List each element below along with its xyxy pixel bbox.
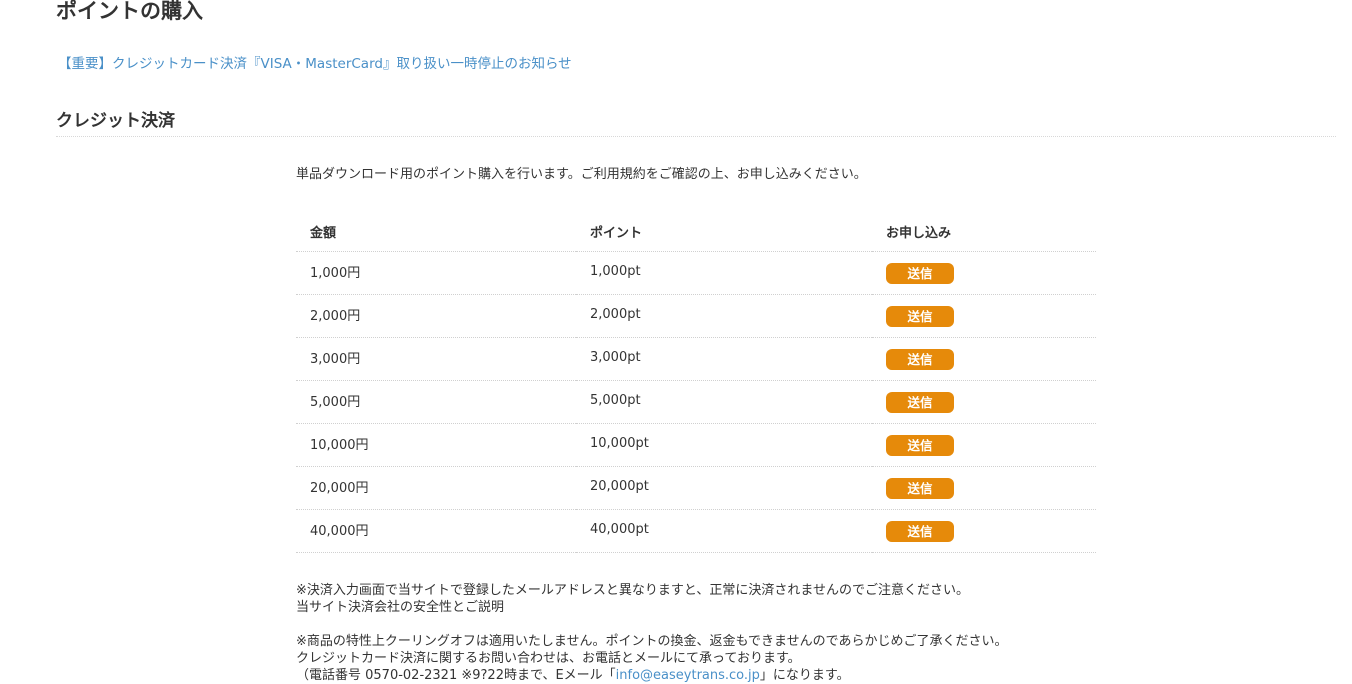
points-value: 1,000pt — [590, 263, 641, 279]
points-value: 3,000pt — [590, 349, 641, 365]
points-value: 20,000pt — [590, 478, 649, 494]
notes: ※決済入力画面で当サイトで登録したメールアドレスと異なりますと、正常に決済されま… — [296, 582, 1007, 684]
table-header-row: 金額 ポイント お申し込み — [296, 212, 1096, 252]
send-button[interactable]: 送信 — [886, 520, 954, 542]
apply-cell: 送信 — [872, 509, 1096, 553]
security-explanation-text: 当サイト決済会社の安全性とご説明 — [296, 600, 505, 615]
apply-cell: 送信 — [872, 423, 1096, 467]
points-cell: 40,000pt — [576, 509, 872, 553]
table-row: 10,000円 10,000pt 送信 — [296, 423, 1096, 467]
table-row: 2,000円 2,000pt 送信 — [296, 294, 1096, 338]
table-row: 20,000円 20,000pt 送信 — [296, 466, 1096, 510]
amount-value: 2,000円 — [310, 308, 361, 324]
table-row: 40,000円 40,000pt 送信 — [296, 509, 1096, 553]
contact-details: （電話番号 0570-02-2321 ※9?22時まで、Eメール「info@ea… — [296, 667, 1007, 684]
amount-value: 20,000円 — [310, 480, 369, 496]
email-warning-text: ※決済入力画面で当サイトで登録したメールアドレスと異なりますと、正常に決済されま… — [296, 583, 969, 598]
notes-spacer — [296, 616, 1007, 633]
amount-cell: 40,000円 — [296, 509, 576, 553]
send-button[interactable]: 送信 — [886, 477, 954, 499]
points-value: 2,000pt — [590, 306, 641, 322]
send-button[interactable]: 送信 — [886, 305, 954, 327]
apply-cell: 送信 — [872, 380, 1096, 424]
points-cell: 2,000pt — [576, 294, 872, 338]
points-value: 10,000pt — [590, 435, 649, 451]
apply-cell: 送信 — [872, 251, 1096, 295]
send-button[interactable]: 送信 — [886, 434, 954, 456]
apply-cell: 送信 — [872, 337, 1096, 381]
contact-intro-text: クレジットカード決済に関するお問い合わせは、お電話とメールにて承っております。 — [296, 651, 801, 666]
points-cell: 3,000pt — [576, 337, 872, 381]
amount-value: 40,000円 — [310, 523, 369, 539]
table-row: 3,000円 3,000pt 送信 — [296, 337, 1096, 381]
amount-cell: 5,000円 — [296, 380, 576, 424]
apply-cell: 送信 — [872, 466, 1096, 510]
points-cell: 10,000pt — [576, 423, 872, 467]
send-button[interactable]: 送信 — [886, 391, 954, 413]
amount-value: 10,000円 — [310, 437, 369, 453]
amount-value: 1,000円 — [310, 265, 361, 281]
amount-value: 5,000円 — [310, 394, 361, 410]
contact-email-link[interactable]: info@easeytrans.co.jp — [616, 668, 760, 683]
important-notice-link[interactable]: 【重要】クレジットカード決済『VISA・MasterCard』取り扱い一時停止の… — [58, 54, 572, 74]
credit-section-heading: クレジット決済 — [56, 108, 1336, 137]
no-cooling-off-text: ※商品の特性上クーリングオフは適用いたしません。ポイントの換金、返金もできません… — [296, 634, 1008, 649]
amount-cell: 20,000円 — [296, 466, 576, 510]
intro-text: 単品ダウンロード用のポイント購入を行います。ご利用規約をご確認の上、お申し込みく… — [296, 167, 867, 182]
send-button[interactable]: 送信 — [886, 262, 954, 284]
amount-cell: 10,000円 — [296, 423, 576, 467]
amount-cell: 3,000円 — [296, 337, 576, 381]
points-value: 40,000pt — [590, 521, 649, 537]
points-cell: 20,000pt — [576, 466, 872, 510]
table-row: 1,000円 1,000pt 送信 — [296, 251, 1096, 295]
page-title: ポイントの購入 — [56, 0, 203, 23]
contact-prefix: （電話番号 0570-02-2321 ※9?22時まで、Eメール「 — [296, 668, 616, 683]
table-row: 5,000円 5,000pt 送信 — [296, 380, 1096, 424]
header-amount: 金額 — [296, 212, 576, 252]
amount-value: 3,000円 — [310, 351, 361, 367]
send-button[interactable]: 送信 — [886, 348, 954, 370]
points-value: 5,000pt — [590, 392, 641, 408]
price-rows: 1,000円 1,000pt 送信 2,000円 2,000pt 送信 3,000円 3,00… — [296, 251, 1096, 553]
contact-suffix: 」になります。 — [759, 668, 850, 683]
apply-cell: 送信 — [872, 294, 1096, 338]
page: ポイントの購入 【重要】クレジットカード決済『VISA・MasterCard』取… — [0, 0, 1352, 684]
amount-cell: 1,000円 — [296, 251, 576, 295]
amount-cell: 2,000円 — [296, 294, 576, 338]
points-cell: 1,000pt — [576, 251, 872, 295]
points-cell: 5,000pt — [576, 380, 872, 424]
point-price-table: 金額 ポイント お申し込み 1,000円 1,000pt 送信 2,000円 2,000… — [296, 212, 1096, 553]
header-apply: お申し込み — [872, 212, 1096, 252]
header-points: ポイント — [576, 212, 872, 252]
